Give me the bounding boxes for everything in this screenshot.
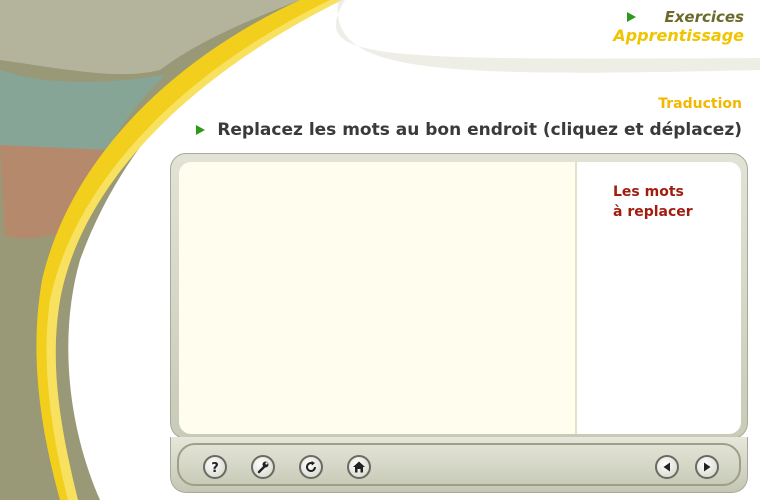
- instruction-text: Replacez les mots au bon endroit (clique…: [217, 120, 742, 140]
- home-icon: [353, 461, 365, 473]
- refresh-icon: [306, 461, 316, 472]
- settings-button[interactable]: [251, 455, 275, 479]
- arrow-right-icon: [627, 12, 637, 22]
- drop-workspace[interactable]: [179, 162, 577, 434]
- help-button[interactable]: ?: [203, 455, 227, 479]
- home-button[interactable]: [347, 455, 371, 479]
- restart-button[interactable]: [299, 455, 323, 479]
- wrench-icon: [257, 461, 269, 474]
- next-icon: [704, 462, 711, 472]
- exercises-line[interactable]: Exercices: [613, 8, 744, 26]
- toolbar-frame: ?: [177, 443, 741, 486]
- next-button[interactable]: [695, 455, 719, 479]
- toolbar: ?: [170, 437, 748, 493]
- exercise-panel: Les mots à replacer: [170, 153, 748, 439]
- section-title: Traduction: [658, 96, 742, 112]
- instruction: Replacez les mots au bon endroit (clique…: [196, 120, 742, 140]
- learning-label: Apprentissage: [613, 26, 744, 45]
- svg-text:?: ?: [211, 461, 219, 474]
- previous-button[interactable]: [655, 455, 679, 479]
- exercises-link[interactable]: Exercices: [664, 8, 744, 26]
- words-panel: Les mots à replacer: [577, 162, 741, 434]
- words-panel-title: Les mots à replacer: [613, 184, 693, 220]
- arrow-right-icon: [196, 125, 206, 135]
- previous-icon: [663, 462, 670, 472]
- help-icon: ?: [211, 461, 219, 474]
- header: Exercices Apprentissage: [613, 8, 744, 45]
